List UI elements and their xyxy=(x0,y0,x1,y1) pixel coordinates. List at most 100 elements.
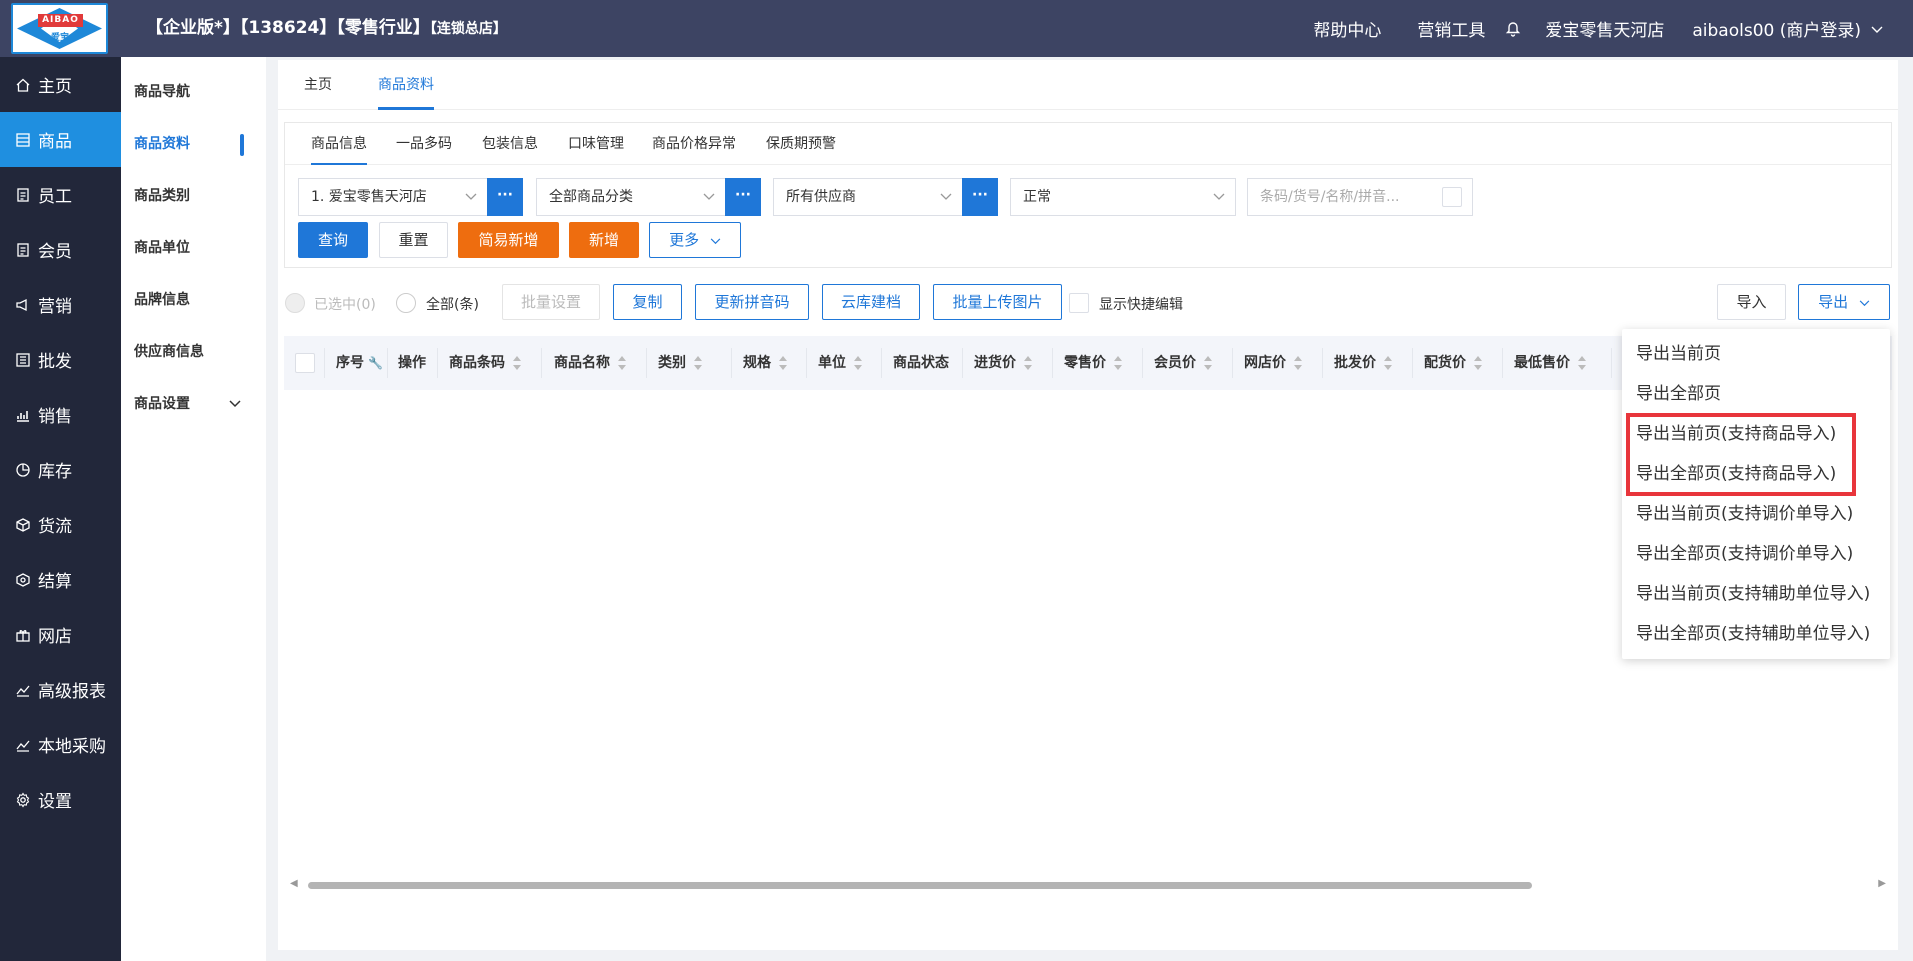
sidebar-item-label: 本地采购 xyxy=(38,737,106,757)
sort-icon[interactable] xyxy=(618,356,626,370)
copy-button[interactable]: 复制 xyxy=(613,284,682,320)
subnav-product-unit[interactable]: 商品单位 xyxy=(121,222,266,274)
subnav-brand-info[interactable]: 品牌信息 xyxy=(121,274,266,326)
query-button[interactable]: 查询 xyxy=(298,222,368,258)
quick-edit-checkbox[interactable] xyxy=(1069,293,1089,313)
sort-icon[interactable] xyxy=(1474,356,1482,370)
column-header-distribution-price[interactable]: 配货价 xyxy=(1424,336,1482,390)
batch-set-button[interactable]: 批量设置 xyxy=(502,284,600,320)
subnav-product-info[interactable]: 商品资料 xyxy=(121,118,266,170)
sort-icon[interactable] xyxy=(1024,356,1032,370)
column-header-index[interactable]: 序号 🔧 xyxy=(336,336,383,390)
all-radio[interactable] xyxy=(396,293,416,313)
subtab-shelf-life-alert[interactable]: 保质期预警 xyxy=(766,123,836,165)
column-header-min-price[interactable]: 最低售价 xyxy=(1514,336,1586,390)
tab-product-info[interactable]: 商品资料 xyxy=(364,60,448,110)
supplier-picker-button[interactable]: ··· xyxy=(962,178,998,216)
sidebar-item-wholesale[interactable]: 批发 xyxy=(0,332,121,387)
main-sidebar: 主页 商品 员工 会员 营销 批发 销售 库存 货流 结算 网店 高级报表 本地… xyxy=(0,57,121,961)
column-header-category[interactable]: 类别 xyxy=(658,336,702,390)
add-button[interactable]: 新增 xyxy=(569,222,639,258)
supplier-select[interactable]: 所有供应商 xyxy=(773,178,963,216)
cloud-archive-button[interactable]: 云库建档 xyxy=(822,284,920,320)
column-header-wholesale-price[interactable]: 批发价 xyxy=(1334,336,1392,390)
sort-icon[interactable] xyxy=(694,356,702,370)
sort-icon[interactable] xyxy=(1578,356,1586,370)
search-option-checkbox[interactable] xyxy=(1442,187,1462,207)
sort-icon[interactable] xyxy=(1294,356,1302,370)
export-current-page-price-adjust-import[interactable]: 导出当前页(支持调价单导入) xyxy=(1622,494,1890,534)
subtab-price-abnormal[interactable]: 商品价格异常 xyxy=(652,123,736,165)
subtab-package-info[interactable]: 包装信息 xyxy=(482,123,538,165)
scroll-left-arrow-icon[interactable]: ◀ xyxy=(290,878,298,889)
search-input[interactable]: 条码/货号/名称/拼音... xyxy=(1247,178,1473,216)
store-picker-button[interactable]: ··· xyxy=(487,178,523,216)
quick-add-button[interactable]: 简易新增 xyxy=(458,222,559,258)
sidebar-item-advanced-report[interactable]: 高级报表 xyxy=(0,662,121,717)
bell-icon[interactable] xyxy=(1505,20,1523,38)
category-picker-button[interactable]: ··· xyxy=(725,178,761,216)
subnav-product-settings[interactable]: 商品设置 xyxy=(121,378,266,430)
subtab-multi-barcode[interactable]: 一品多码 xyxy=(396,123,452,165)
sort-icon[interactable] xyxy=(1114,356,1122,370)
subnav-product-navigation[interactable]: 商品导航 xyxy=(121,66,266,118)
sidebar-item-local-purchase[interactable]: 本地采购 xyxy=(0,717,121,772)
sidebar-item-staff[interactable]: 员工 xyxy=(0,167,121,222)
column-header-name[interactable]: 商品名称 xyxy=(554,336,626,390)
sort-icon[interactable] xyxy=(1204,356,1212,370)
horizontal-scrollbar[interactable]: ◀ ▶ xyxy=(284,878,1892,892)
subtab-product-info[interactable]: 商品信息 xyxy=(311,123,367,165)
scroll-right-arrow-icon[interactable]: ▶ xyxy=(1878,878,1886,889)
column-header-spec[interactable]: 规格 xyxy=(743,336,787,390)
sidebar-item-settings[interactable]: 设置 xyxy=(0,772,121,827)
aibao-logo[interactable]: AIBAO 爱宝 xyxy=(11,3,108,54)
column-header-label: 商品名称 xyxy=(554,355,610,371)
sidebar-item-product[interactable]: 商品 xyxy=(0,112,121,167)
sidebar-item-sales[interactable]: 销售 xyxy=(0,387,121,442)
sidebar-item-marketing[interactable]: 营销 xyxy=(0,277,121,332)
update-pinyin-button[interactable]: 更新拼音码 xyxy=(695,284,809,320)
current-store-label[interactable]: 爱宝零售天河店 xyxy=(1545,16,1664,41)
more-button[interactable]: 更多 xyxy=(649,222,741,258)
scrollbar-thumb[interactable] xyxy=(308,882,1532,889)
export-all-pages-price-adjust-import[interactable]: 导出全部页(支持调价单导入) xyxy=(1622,534,1890,574)
sort-icon[interactable] xyxy=(1384,356,1392,370)
active-indicator xyxy=(240,134,244,156)
subnav-product-category[interactable]: 商品类别 xyxy=(121,170,266,222)
column-header-barcode[interactable]: 商品条码 xyxy=(449,336,521,390)
column-header-retail-price[interactable]: 零售价 xyxy=(1064,336,1122,390)
export-current-page-aux-unit-import[interactable]: 导出当前页(支持辅助单位导入) xyxy=(1622,574,1890,614)
category-select[interactable]: 全部商品分类 xyxy=(536,178,726,216)
sidebar-item-logistics[interactable]: 货流 xyxy=(0,497,121,552)
sidebar-item-settlement[interactable]: 结算 xyxy=(0,552,121,607)
column-header-unit[interactable]: 单位 xyxy=(818,336,862,390)
marketing-tool-link[interactable]: 营销工具 xyxy=(1417,16,1485,41)
export-current-page[interactable]: 导出当前页 xyxy=(1622,334,1890,374)
subtab-flavor-mgmt[interactable]: 口味管理 xyxy=(568,123,624,165)
export-all-pages-aux-unit-import[interactable]: 导出全部页(支持辅助单位导入) xyxy=(1622,614,1890,654)
column-header-member-price[interactable]: 会员价 xyxy=(1154,336,1212,390)
tab-home[interactable]: 主页 xyxy=(304,60,332,110)
import-button[interactable]: 导入 xyxy=(1717,284,1786,320)
sort-icon[interactable] xyxy=(513,356,521,370)
column-header-eshop-price[interactable]: 网店价 xyxy=(1244,336,1302,390)
column-header-purchase-price[interactable]: 进货价 xyxy=(974,336,1032,390)
chevron-down-icon[interactable] xyxy=(1871,19,1883,39)
sidebar-item-eshop[interactable]: 网店 xyxy=(0,607,121,662)
sort-icon[interactable] xyxy=(854,356,862,370)
export-button[interactable]: 导出 xyxy=(1798,284,1890,320)
reset-button[interactable]: 重置 xyxy=(379,222,448,258)
status-select[interactable]: 正常 xyxy=(1010,178,1236,216)
user-menu[interactable]: aibaols00 (商户登录) xyxy=(1692,16,1861,41)
batch-upload-images-button[interactable]: 批量上传图片 xyxy=(933,284,1062,320)
sidebar-item-member[interactable]: 会员 xyxy=(0,222,121,277)
select-all-checkbox[interactable] xyxy=(295,353,315,373)
sidebar-item-inventory[interactable]: 库存 xyxy=(0,442,121,497)
sidebar-item-home[interactable]: 主页 xyxy=(0,57,121,112)
sort-icon[interactable] xyxy=(779,356,787,370)
store-select[interactable]: 1. 爱宝零售天河店 xyxy=(298,178,488,216)
export-all-pages[interactable]: 导出全部页 xyxy=(1622,374,1890,414)
help-center-link[interactable]: 帮助中心 xyxy=(1313,16,1381,41)
selected-radio[interactable] xyxy=(285,293,305,313)
subnav-supplier-info[interactable]: 供应商信息 xyxy=(121,326,266,378)
